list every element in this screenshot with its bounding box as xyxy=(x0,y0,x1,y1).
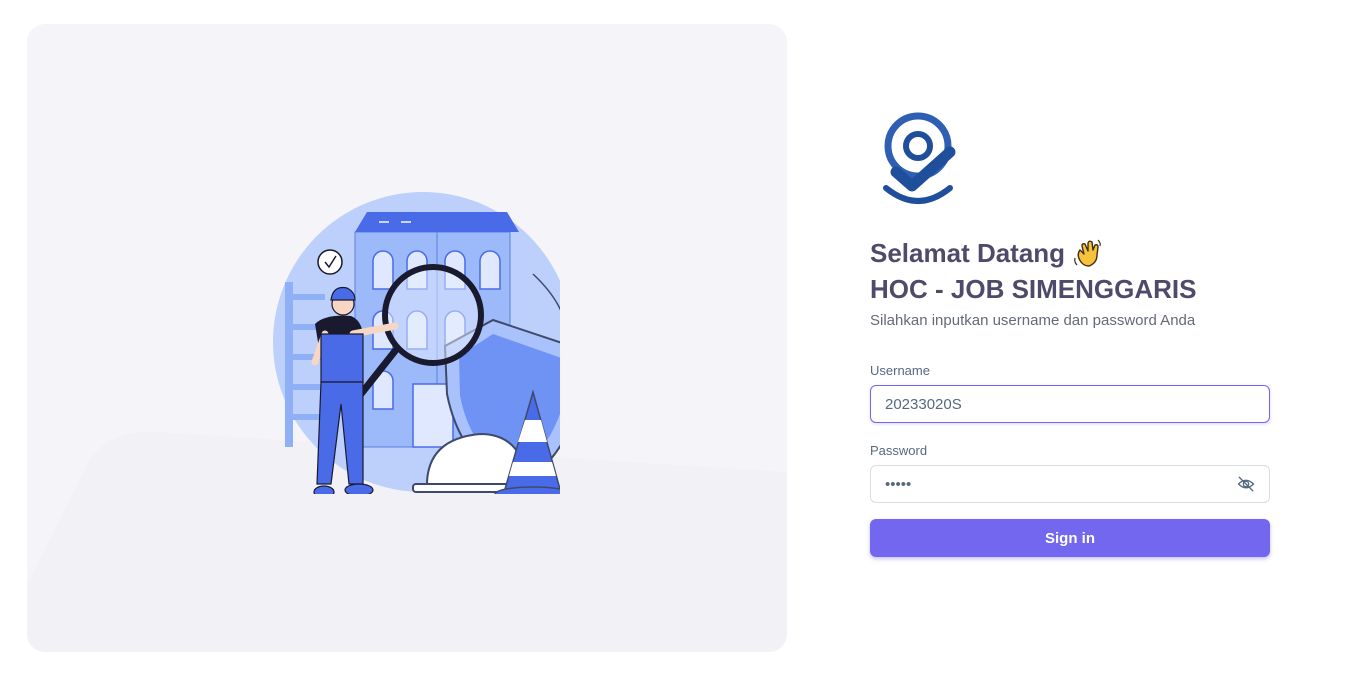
location-check-icon xyxy=(883,112,956,204)
app-title: HOC - JOB SIMENGGARIS xyxy=(870,274,1197,304)
password-label: Password xyxy=(870,443,928,458)
password-field-wrapper xyxy=(870,465,1270,503)
eye-off-icon[interactable] xyxy=(1237,475,1255,493)
illustration-panel xyxy=(27,24,787,652)
sign-in-button[interactable]: Sign in xyxy=(870,519,1270,557)
login-panel: Selamat Datang HOC - JOB SIMENGGARIS Sil… xyxy=(870,110,1270,557)
username-field-wrapper xyxy=(870,385,1270,423)
welcome-text: Selamat Datang xyxy=(870,238,1066,268)
inspector-building-illustration xyxy=(273,192,560,494)
welcome-heading: Selamat Datang xyxy=(870,236,1270,270)
username-label: Username xyxy=(870,363,930,378)
username-input[interactable] xyxy=(871,386,1269,422)
password-input[interactable] xyxy=(871,466,1269,502)
waving-hand-icon xyxy=(1074,239,1101,267)
login-subtitle: Silahkan inputkan username dan password … xyxy=(870,312,1196,329)
